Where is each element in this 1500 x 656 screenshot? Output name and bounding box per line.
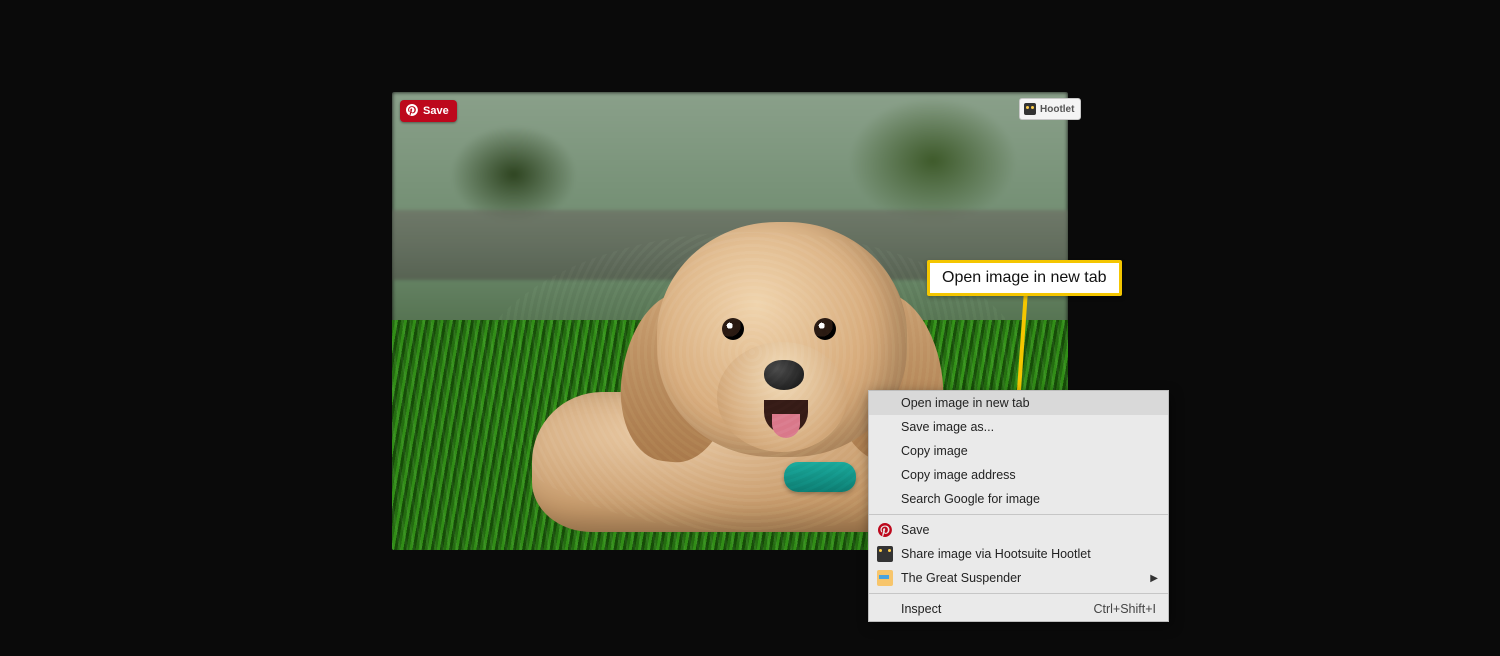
menu-inspect[interactable]: Inspect Ctrl+Shift+I <box>869 597 1168 621</box>
menu-item-label: Search Google for image <box>901 492 1040 506</box>
menu-item-shortcut: Ctrl+Shift+I <box>1093 602 1156 616</box>
hootlet-label: Hootlet <box>1040 104 1074 115</box>
menu-item-label: Inspect <box>901 602 941 616</box>
hootlet-icon <box>877 546 893 562</box>
menu-item-label: The Great Suspender <box>901 571 1021 585</box>
menu-item-label: Copy image <box>901 444 968 458</box>
pinterest-icon <box>877 522 893 538</box>
menu-item-label: Copy image address <box>901 468 1016 482</box>
pinterest-save-button[interactable]: Save <box>400 100 457 122</box>
menu-item-label: Share image via Hootsuite Hootlet <box>901 547 1091 561</box>
menu-hootsuite-share[interactable]: Share image via Hootsuite Hootlet <box>869 542 1168 566</box>
pinterest-icon <box>406 104 418 119</box>
pinterest-save-label: Save <box>423 105 449 117</box>
submenu-arrow-icon: ▶ <box>1150 573 1158 584</box>
menu-item-label: Open image in new tab <box>901 396 1030 410</box>
callout-label: Open image in new tab <box>927 260 1122 296</box>
menu-great-suspender[interactable]: The Great Suspender ▶ <box>869 566 1168 590</box>
context-menu: Open image in new tab Save image as... C… <box>868 390 1169 622</box>
hootlet-icon <box>1024 103 1036 115</box>
menu-separator <box>869 593 1168 594</box>
menu-separator <box>869 514 1168 515</box>
menu-item-label: Save image as... <box>901 420 994 434</box>
menu-open-image-new-tab[interactable]: Open image in new tab <box>869 391 1168 415</box>
menu-copy-image[interactable]: Copy image <box>869 439 1168 463</box>
suspender-icon <box>877 570 893 586</box>
menu-item-label: Save <box>901 523 930 537</box>
menu-save-image-as[interactable]: Save image as... <box>869 415 1168 439</box>
menu-pinterest-save[interactable]: Save <box>869 518 1168 542</box>
hootlet-button[interactable]: Hootlet <box>1019 98 1081 120</box>
menu-search-google-for-image[interactable]: Search Google for image <box>869 487 1168 511</box>
menu-copy-image-address[interactable]: Copy image address <box>869 463 1168 487</box>
